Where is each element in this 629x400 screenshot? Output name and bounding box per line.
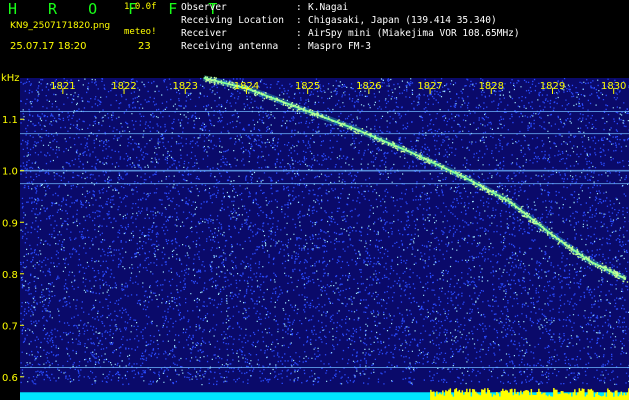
y-tick-label: 0.7 [2,321,18,332]
header-panel: H R O F F T 1.0.0f KN9_2507171820.png me… [0,0,629,74]
x-tick-label: 1829 [540,81,565,92]
x-tick-label: 1830 [601,81,626,92]
app-version: 1.0.0f [124,2,157,12]
x-tick-label: 1826 [356,81,381,92]
y-axis-label: kHz [1,73,20,84]
observer-label: Observer [181,2,227,13]
x-tick-label: 1822 [111,81,136,92]
x-tick-label: 1821 [50,81,75,92]
receiver-colon: : [296,28,302,39]
capture-datetime: 25.07.17 18:20 [10,41,87,52]
x-tick-label: 1824 [234,81,259,92]
antenna-colon: : [296,41,302,52]
file-name: KN9_2507171820.png [10,21,111,31]
receiver-value: AirSpy mini (Miakejima VOR 108.65MHz) [308,28,520,39]
receiver-label: Receiver [181,28,227,39]
location-label: Receiving Location [181,15,284,26]
y-tick-label: 0.6 [2,373,18,384]
x-tick-label: 1823 [173,81,198,92]
y-tick-label: 0.9 [2,218,18,229]
y-tick-label: 1.0 [2,167,18,178]
x-tick-label: 1827 [417,81,442,92]
spectrogram-chart: 1821 1822 1823 1824 1825 1826 1827 1828 1829 1830… [2,75,629,400]
y-tick-label: 0.8 [2,270,18,281]
y-tick-label: 1.1 [2,115,18,126]
observer-value: K.Nagai [308,2,349,13]
x-tick-label: 1828 [479,81,504,92]
x-tick-label: 1825 [295,81,320,92]
observer-colon: : [296,2,302,13]
location-colon: : [296,15,302,26]
antenna-value: Maspro FM-3 [308,41,371,52]
meteo-label: meteo! [124,27,157,37]
antenna-label: Receiving antenna [181,41,279,52]
location-value: Chigasaki, Japan (139.414 35.340) [308,15,497,26]
meteor-count: 23 [138,41,151,52]
